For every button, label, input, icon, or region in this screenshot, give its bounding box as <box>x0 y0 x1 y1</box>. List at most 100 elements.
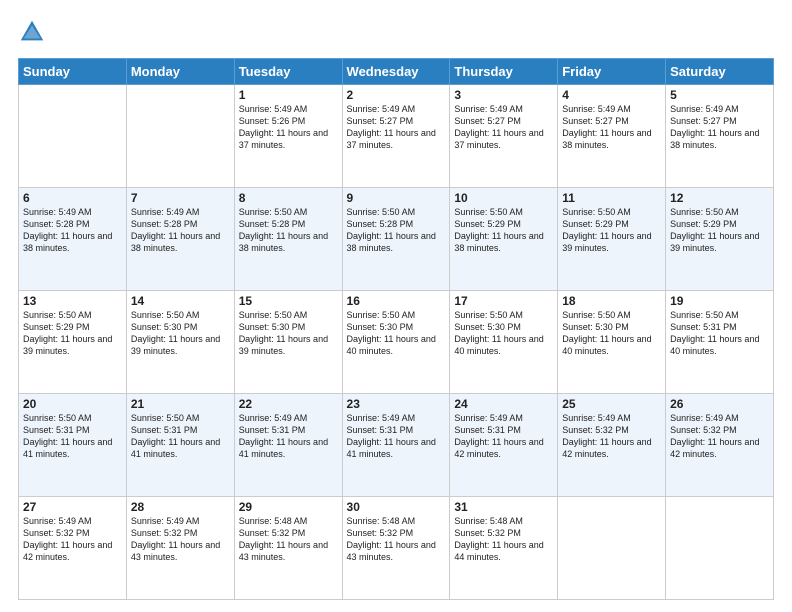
cell-day-number: 14 <box>131 294 230 308</box>
calendar-cell: 19Sunrise: 5:50 AM Sunset: 5:31 PM Dayli… <box>666 291 774 394</box>
calendar-cell: 17Sunrise: 5:50 AM Sunset: 5:30 PM Dayli… <box>450 291 558 394</box>
cell-day-info: Sunrise: 5:49 AM Sunset: 5:28 PM Dayligh… <box>23 206 122 255</box>
cell-day-number: 23 <box>347 397 446 411</box>
cell-day-info: Sunrise: 5:50 AM Sunset: 5:30 PM Dayligh… <box>131 309 230 358</box>
cell-day-number: 4 <box>562 88 661 102</box>
calendar-week-1: 1Sunrise: 5:49 AM Sunset: 5:26 PM Daylig… <box>19 85 774 188</box>
cell-day-info: Sunrise: 5:50 AM Sunset: 5:30 PM Dayligh… <box>347 309 446 358</box>
day-header-friday: Friday <box>558 59 666 85</box>
cell-day-info: Sunrise: 5:50 AM Sunset: 5:28 PM Dayligh… <box>347 206 446 255</box>
calendar-cell: 27Sunrise: 5:49 AM Sunset: 5:32 PM Dayli… <box>19 497 127 600</box>
cell-day-number: 6 <box>23 191 122 205</box>
calendar-cell: 21Sunrise: 5:50 AM Sunset: 5:31 PM Dayli… <box>126 394 234 497</box>
cell-day-number: 24 <box>454 397 553 411</box>
calendar-week-3: 13Sunrise: 5:50 AM Sunset: 5:29 PM Dayli… <box>19 291 774 394</box>
cell-day-number: 13 <box>23 294 122 308</box>
cell-day-info: Sunrise: 5:49 AM Sunset: 5:32 PM Dayligh… <box>670 412 769 461</box>
calendar-cell: 11Sunrise: 5:50 AM Sunset: 5:29 PM Dayli… <box>558 188 666 291</box>
cell-day-number: 12 <box>670 191 769 205</box>
calendar-cell: 29Sunrise: 5:48 AM Sunset: 5:32 PM Dayli… <box>234 497 342 600</box>
calendar-cell <box>19 85 127 188</box>
cell-day-info: Sunrise: 5:48 AM Sunset: 5:32 PM Dayligh… <box>454 515 553 564</box>
calendar-cell: 26Sunrise: 5:49 AM Sunset: 5:32 PM Dayli… <box>666 394 774 497</box>
calendar-cell: 30Sunrise: 5:48 AM Sunset: 5:32 PM Dayli… <box>342 497 450 600</box>
calendar-cell: 6Sunrise: 5:49 AM Sunset: 5:28 PM Daylig… <box>19 188 127 291</box>
calendar-cell: 10Sunrise: 5:50 AM Sunset: 5:29 PM Dayli… <box>450 188 558 291</box>
calendar-cell: 25Sunrise: 5:49 AM Sunset: 5:32 PM Dayli… <box>558 394 666 497</box>
calendar-header-row: SundayMondayTuesdayWednesdayThursdayFrid… <box>19 59 774 85</box>
cell-day-number: 2 <box>347 88 446 102</box>
cell-day-info: Sunrise: 5:49 AM Sunset: 5:31 PM Dayligh… <box>454 412 553 461</box>
cell-day-number: 17 <box>454 294 553 308</box>
cell-day-number: 9 <box>347 191 446 205</box>
cell-day-number: 3 <box>454 88 553 102</box>
cell-day-info: Sunrise: 5:49 AM Sunset: 5:27 PM Dayligh… <box>347 103 446 152</box>
calendar-cell: 16Sunrise: 5:50 AM Sunset: 5:30 PM Dayli… <box>342 291 450 394</box>
calendar-cell: 7Sunrise: 5:49 AM Sunset: 5:28 PM Daylig… <box>126 188 234 291</box>
day-header-sunday: Sunday <box>19 59 127 85</box>
cell-day-number: 1 <box>239 88 338 102</box>
cell-day-info: Sunrise: 5:49 AM Sunset: 5:28 PM Dayligh… <box>131 206 230 255</box>
cell-day-info: Sunrise: 5:50 AM Sunset: 5:30 PM Dayligh… <box>562 309 661 358</box>
calendar-cell: 20Sunrise: 5:50 AM Sunset: 5:31 PM Dayli… <box>19 394 127 497</box>
cell-day-info: Sunrise: 5:49 AM Sunset: 5:31 PM Dayligh… <box>239 412 338 461</box>
cell-day-info: Sunrise: 5:50 AM Sunset: 5:31 PM Dayligh… <box>670 309 769 358</box>
day-header-tuesday: Tuesday <box>234 59 342 85</box>
cell-day-info: Sunrise: 5:50 AM Sunset: 5:30 PM Dayligh… <box>239 309 338 358</box>
day-header-saturday: Saturday <box>666 59 774 85</box>
cell-day-info: Sunrise: 5:50 AM Sunset: 5:31 PM Dayligh… <box>131 412 230 461</box>
calendar-cell: 22Sunrise: 5:49 AM Sunset: 5:31 PM Dayli… <box>234 394 342 497</box>
logo <box>18 18 50 48</box>
calendar-cell: 1Sunrise: 5:49 AM Sunset: 5:26 PM Daylig… <box>234 85 342 188</box>
cell-day-info: Sunrise: 5:50 AM Sunset: 5:29 PM Dayligh… <box>562 206 661 255</box>
calendar-cell: 12Sunrise: 5:50 AM Sunset: 5:29 PM Dayli… <box>666 188 774 291</box>
cell-day-number: 11 <box>562 191 661 205</box>
cell-day-number: 26 <box>670 397 769 411</box>
calendar-cell: 2Sunrise: 5:49 AM Sunset: 5:27 PM Daylig… <box>342 85 450 188</box>
cell-day-number: 20 <box>23 397 122 411</box>
calendar-cell: 9Sunrise: 5:50 AM Sunset: 5:28 PM Daylig… <box>342 188 450 291</box>
cell-day-info: Sunrise: 5:50 AM Sunset: 5:28 PM Dayligh… <box>239 206 338 255</box>
cell-day-number: 25 <box>562 397 661 411</box>
cell-day-number: 8 <box>239 191 338 205</box>
cell-day-number: 21 <box>131 397 230 411</box>
cell-day-info: Sunrise: 5:48 AM Sunset: 5:32 PM Dayligh… <box>239 515 338 564</box>
cell-day-info: Sunrise: 5:49 AM Sunset: 5:31 PM Dayligh… <box>347 412 446 461</box>
calendar-cell <box>558 497 666 600</box>
cell-day-number: 7 <box>131 191 230 205</box>
day-header-thursday: Thursday <box>450 59 558 85</box>
day-header-wednesday: Wednesday <box>342 59 450 85</box>
calendar-cell: 23Sunrise: 5:49 AM Sunset: 5:31 PM Dayli… <box>342 394 450 497</box>
cell-day-info: Sunrise: 5:50 AM Sunset: 5:30 PM Dayligh… <box>454 309 553 358</box>
cell-day-info: Sunrise: 5:48 AM Sunset: 5:32 PM Dayligh… <box>347 515 446 564</box>
calendar-cell: 4Sunrise: 5:49 AM Sunset: 5:27 PM Daylig… <box>558 85 666 188</box>
calendar-cell: 31Sunrise: 5:48 AM Sunset: 5:32 PM Dayli… <box>450 497 558 600</box>
cell-day-info: Sunrise: 5:49 AM Sunset: 5:27 PM Dayligh… <box>562 103 661 152</box>
cell-day-number: 30 <box>347 500 446 514</box>
cell-day-number: 27 <box>23 500 122 514</box>
cell-day-info: Sunrise: 5:49 AM Sunset: 5:27 PM Dayligh… <box>454 103 553 152</box>
calendar-cell <box>666 497 774 600</box>
cell-day-number: 10 <box>454 191 553 205</box>
calendar-cell: 13Sunrise: 5:50 AM Sunset: 5:29 PM Dayli… <box>19 291 127 394</box>
calendar-cell: 15Sunrise: 5:50 AM Sunset: 5:30 PM Dayli… <box>234 291 342 394</box>
cell-day-number: 28 <box>131 500 230 514</box>
cell-day-number: 29 <box>239 500 338 514</box>
day-header-monday: Monday <box>126 59 234 85</box>
logo-icon <box>18 18 46 46</box>
calendar-cell <box>126 85 234 188</box>
calendar-table: SundayMondayTuesdayWednesdayThursdayFrid… <box>18 58 774 600</box>
cell-day-number: 31 <box>454 500 553 514</box>
calendar-cell: 8Sunrise: 5:50 AM Sunset: 5:28 PM Daylig… <box>234 188 342 291</box>
cell-day-number: 16 <box>347 294 446 308</box>
cell-day-number: 19 <box>670 294 769 308</box>
calendar-week-4: 20 Sunrise: 5:50 AM Sunset: 5:31 PM Dayli… <box>19 394 774 497</box>
cell-day-info: Sunrise: 5:49 AM Sunset: 5:32 PM Dayligh… <box>562 412 661 461</box>
cell-day-info: Sunrise: 5:50 AM Sunset: 5:29 PM Dayligh… <box>670 206 769 255</box>
cell-day-info: Sunrise: 5:49 AM Sunset: 5:26 PM Dayligh… <box>239 103 338 152</box>
cell-day-info: Sunrise: 5:49 AM Sunset: 5:32 PM Dayligh… <box>23 515 122 564</box>
calendar-week-5: 27Sunrise: 5:49 AM Sunset: 5:32 PM Dayli… <box>19 497 774 600</box>
calendar-cell: 5Sunrise: 5:49 AM Sunset: 5:27 PM Daylig… <box>666 85 774 188</box>
cell-day-number: 22 <box>239 397 338 411</box>
cell-day-info: Sunrise: 5:50 AM Sunset: 5:29 PM Dayligh… <box>454 206 553 255</box>
